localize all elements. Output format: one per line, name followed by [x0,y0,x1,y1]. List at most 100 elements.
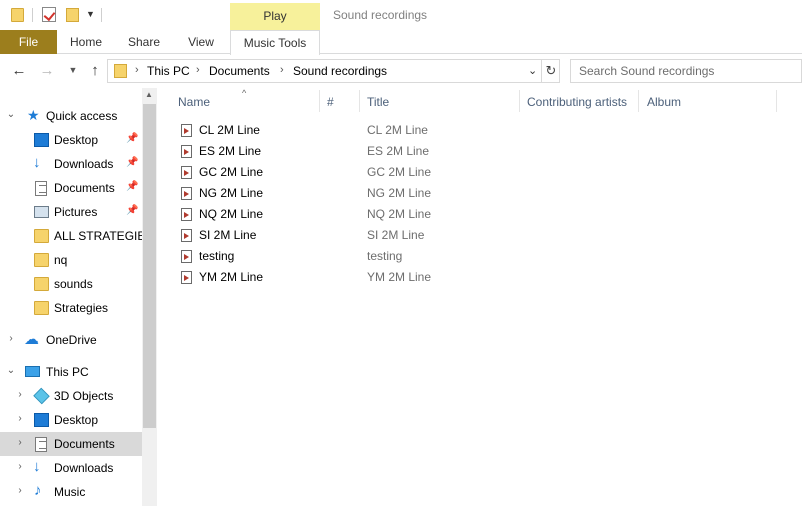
refresh-icon[interactable]: ↻ [541,60,560,82]
file-title: GC 2M Line [367,165,432,179]
new-folder-icon[interactable] [66,8,79,22]
sidebar-item-this-pc[interactable]: ⌄ This PC [0,360,142,384]
navigation-bar: ← → ▼ ↑ › This PC › Documents › Sound re… [0,55,802,87]
search-input[interactable]: Search Sound recordings [570,59,802,83]
breadcrumb-this-pc[interactable]: This PC [147,64,190,78]
column-divider[interactable] [319,90,320,112]
sidebar-item-all-strategies[interactable]: ALL STRATEGIES [0,224,142,248]
column-header-number[interactable]: # [327,95,334,109]
sidebar-item-pictures[interactable]: Pictures 📌 [0,200,142,224]
table-row[interactable]: testing testing [158,246,802,267]
toolbar-separator [32,8,33,22]
sidebar-item-downloads-pc[interactable]: › ↓ Downloads [0,456,142,480]
audio-file-icon [181,271,192,284]
chevron-right-icon[interactable]: › [15,485,25,496]
sidebar-item-nq[interactable]: nq [0,248,142,272]
breadcrumb-documents[interactable]: Documents [209,64,270,78]
chevron-right-icon[interactable]: › [196,64,200,76]
pin-icon[interactable]: 📌 [126,133,138,144]
tab-share[interactable]: Share [121,30,167,54]
audio-file-icon [181,124,192,137]
chevron-right-icon[interactable]: › [280,64,284,76]
pictures-icon [34,206,49,218]
column-divider[interactable] [519,90,520,112]
up-arrow-icon[interactable]: ↑ [86,62,104,79]
folder-icon [34,229,49,243]
navigation-pane: ⌄ ★ Quick access Desktop 📌 ↓ Downloads 📌… [0,88,142,506]
file-list: ^ Name # Title Contributing artists Albu… [158,88,802,506]
cube-icon [33,387,50,405]
folder-icon [114,64,127,78]
sidebar-item-desktop-pc[interactable]: › Desktop [0,408,142,432]
address-bar[interactable]: › This PC › Documents › Sound recordings… [107,59,560,83]
sidebar-item-label: sounds [54,277,93,291]
folder-icon[interactable] [11,8,24,22]
column-divider[interactable] [638,90,639,112]
table-row[interactable]: GC 2M Line GC 2M Line [158,162,802,183]
forward-arrow-icon[interactable]: → [38,62,56,79]
column-header-contributing-artists[interactable]: Contributing artists [527,95,627,109]
sidebar-item-documents-pc[interactable]: › Documents [0,432,142,456]
sidebar-scrollbar[interactable]: ▲ [142,88,157,506]
file-name[interactable]: NQ 2M Line [199,207,263,221]
chevron-right-icon[interactable]: › [6,333,16,344]
table-row[interactable]: NQ 2M Line NQ 2M Line [158,204,802,225]
file-name[interactable]: CL 2M Line [199,123,260,137]
column-header-row: ^ Name # Title Contributing artists Albu… [158,88,802,115]
customize-toolbar-icon[interactable]: ▼ [86,9,95,19]
column-header-name[interactable]: Name [178,95,210,109]
chevron-down-icon[interactable]: ⌄ [6,109,16,120]
pin-icon[interactable]: 📌 [126,157,138,168]
chevron-right-icon[interactable]: › [15,413,25,424]
sidebar-item-documents[interactable]: Documents 📌 [0,176,142,200]
sidebar-item-music[interactable]: › ♪ Music [0,480,142,504]
tab-view[interactable]: View [180,30,222,54]
tab-file[interactable]: File [0,30,57,54]
sidebar-item-label: Pictures [54,205,98,219]
chevron-down-icon[interactable]: ⌄ [528,64,537,77]
file-name[interactable]: GC 2M Line [199,165,263,179]
chevron-right-icon[interactable]: › [135,64,139,76]
pin-icon[interactable]: 📌 [126,181,138,192]
sidebar-item-quick-access[interactable]: ⌄ ★ Quick access [0,104,142,128]
sidebar-item-desktop[interactable]: Desktop 📌 [0,128,142,152]
scroll-up-icon[interactable]: ▲ [145,90,153,99]
sidebar-item-onedrive[interactable]: › ☁ OneDrive [0,328,142,352]
chevron-right-icon[interactable]: › [15,437,25,448]
scrollbar-thumb[interactable] [143,104,156,428]
chevron-right-icon[interactable]: › [15,461,25,472]
chevron-right-icon[interactable]: › [15,389,25,400]
audio-file-icon [181,250,192,263]
breadcrumb-sound-recordings[interactable]: Sound recordings [293,64,387,78]
column-header-title[interactable]: Title [367,95,389,109]
sort-ascending-icon: ^ [242,88,247,98]
file-name[interactable]: testing [199,249,234,263]
file-name[interactable]: NG 2M Line [199,186,263,200]
music-icon: ♪ [34,482,42,499]
chevron-down-icon[interactable]: ⌄ [6,365,16,376]
sidebar-item-downloads[interactable]: ↓ Downloads 📌 [0,152,142,176]
tab-music-tools[interactable]: Music Tools [230,30,320,55]
table-row[interactable]: YM 2M Line YM 2M Line [158,267,802,288]
column-divider[interactable] [359,90,360,112]
pin-icon[interactable]: 📌 [126,205,138,216]
table-row[interactable]: ES 2M Line ES 2M Line [158,141,802,162]
column-header-album[interactable]: Album [647,95,681,109]
table-row[interactable]: CL 2M Line CL 2M Line [158,120,802,141]
sidebar-item-3d-objects[interactable]: › 3D Objects [0,384,142,408]
recent-locations-chevron-icon[interactable]: ▼ [64,65,82,75]
column-divider[interactable] [776,90,777,112]
sidebar-item-sounds[interactable]: sounds [0,272,142,296]
file-name[interactable]: SI 2M Line [199,228,256,242]
properties-icon[interactable] [42,7,56,22]
sidebar-item-label: Downloads [54,157,114,171]
table-row[interactable]: SI 2M Line SI 2M Line [158,225,802,246]
back-arrow-icon[interactable]: ← [10,62,28,79]
table-row[interactable]: NG 2M Line NG 2M Line [158,183,802,204]
folder-icon [34,253,49,267]
title-bar: ▼ Play Sound recordings [0,0,802,30]
file-name[interactable]: YM 2M Line [199,270,263,284]
tab-home[interactable]: Home [63,30,109,54]
file-name[interactable]: ES 2M Line [199,144,261,158]
sidebar-item-strategies[interactable]: Strategies [0,296,142,320]
